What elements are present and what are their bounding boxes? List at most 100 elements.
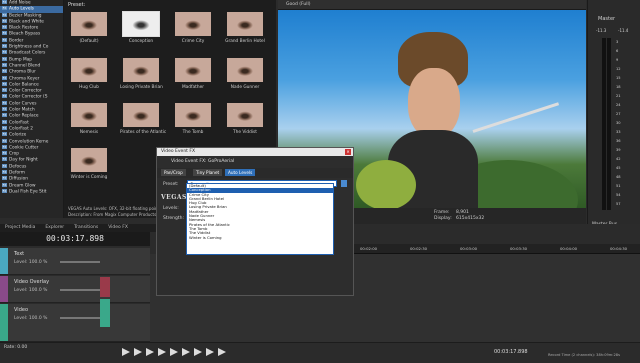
loop-icon[interactable] — [134, 348, 142, 356]
pause-icon[interactable] — [170, 348, 178, 356]
fx-item-label: Chroma Blur — [9, 69, 36, 75]
preset-thumbnail[interactable]: Nemesis — [68, 103, 110, 139]
level-slider[interactable] — [60, 261, 100, 263]
preset-thumbnail[interactable]: Pirates of the Atlantic — [120, 103, 166, 139]
meter-scale-label: 48 — [616, 175, 621, 179]
window-tabs: Project Media Explorer Transitions Video FX — [0, 224, 156, 232]
fx-badge-icon: FX — [2, 31, 7, 36]
preset-label: The Viddist — [233, 130, 257, 135]
meter-scale-label: 36 — [616, 139, 621, 143]
fx-item-label: Bleach Bypass — [9, 31, 41, 37]
fx-chain-pan-crop[interactable]: Pan/Crop — [161, 169, 186, 176]
preset-thumbnail[interactable]: Madfather — [172, 58, 214, 94]
track-name: Text — [14, 251, 25, 257]
fx-item-label: Black and White — [9, 19, 44, 25]
video-fx-list: FX Add Noise FX Auto Levels FX Bezier Masking… — [0, 0, 64, 218]
prev-frame-icon[interactable] — [194, 348, 202, 356]
fx-badge-icon: FX — [2, 151, 7, 156]
preset-eye-image — [123, 103, 159, 127]
go-end-icon[interactable] — [218, 348, 226, 356]
preset-dropdown-list[interactable]: (Default) Conception Crime City Grand Berli… — [186, 183, 334, 255]
preset-thumbnail[interactable]: Hug Club — [68, 58, 110, 94]
fx-item-label: ColorFast 2 — [9, 126, 33, 132]
preset-eye-image — [71, 12, 107, 36]
fx-badge-icon: FX — [2, 75, 7, 80]
fx-item-label: Color Corrector — [9, 88, 42, 94]
fx-badge-icon: FX — [2, 157, 7, 162]
track-level[interactable]: Level: 100.0 % — [14, 288, 47, 293]
fx-item-label: Convolution Kerne — [9, 139, 49, 145]
preset-label: Madfather — [181, 85, 205, 90]
fx-badge-icon: FX — [2, 100, 7, 105]
fx-chain-auto-levels[interactable]: Auto Levels — [225, 169, 256, 176]
tab-project-media[interactable]: Project Media — [0, 224, 40, 232]
preset-thumbnail[interactable]: Winter is Coming — [68, 148, 110, 184]
preset-label: (Default) — [79, 39, 99, 44]
close-icon[interactable]: ✕ — [345, 149, 351, 155]
save-preset-icon[interactable] — [341, 180, 347, 187]
track-color-stripe — [0, 304, 8, 341]
meter-scale-label: 3 — [616, 40, 619, 44]
preset-thumbnail[interactable]: Grand Berlin Hotel — [224, 12, 266, 48]
track-header[interactable]: Text Level: 100.0 % — [0, 248, 150, 275]
stop-icon[interactable] — [182, 348, 190, 356]
preview-toolbar[interactable]: Good (Full) — [278, 0, 586, 10]
track-header[interactable]: Video Overlay Level: 100.0 % — [0, 276, 150, 303]
fx-badge-icon: FX — [2, 50, 7, 55]
level-slider[interactable] — [60, 317, 100, 319]
video-event[interactable] — [100, 299, 110, 327]
fx-badge-icon: FX — [2, 182, 7, 187]
track-color-stripe — [0, 248, 8, 274]
record-time: Record Time (2 channels): 38h:09m:28s — [548, 353, 620, 357]
meter-scale-label: 15 — [616, 76, 621, 80]
preset-thumbnail[interactable]: Losing Private Brian — [120, 58, 163, 94]
preset-thumbnail[interactable]: The Viddist — [224, 103, 266, 139]
play-from-start-icon[interactable] — [146, 348, 154, 356]
tab-explorer[interactable]: Explorer — [40, 224, 69, 232]
master-panel: Master -11.3 -11.4 3 6 9 12 15 18 21 24 27 30 33 36… — [587, 0, 640, 232]
preset-eye-image — [227, 103, 263, 127]
tab-video-fx[interactable]: Video FX — [103, 224, 133, 232]
meter-scale-label: 6 — [616, 49, 619, 53]
fx-badge-icon: FX — [2, 132, 7, 137]
preset-eye-image — [122, 11, 160, 37]
preset-thumbnail[interactable]: Nade Gunner — [224, 58, 266, 94]
preview-quality[interactable]: Good (Full) — [286, 2, 311, 7]
dropdown-option[interactable]: Winter is Coming — [187, 235, 333, 240]
fx-badge-icon: FX — [2, 88, 7, 93]
fx-badge-icon: FX — [2, 18, 7, 23]
fx-item-label: Day for Night — [9, 157, 38, 163]
ruler-tick-label: 00:03:30 — [510, 246, 528, 251]
fx-badge-icon: FX — [2, 12, 7, 17]
level-slider[interactable] — [60, 289, 100, 291]
record-icon[interactable] — [122, 348, 130, 356]
fx-item-label: Bump Map — [9, 57, 33, 63]
fx-item-label: Broadcast Colors — [9, 50, 46, 56]
preset-thumbnail[interactable]: The Tomb — [172, 103, 214, 139]
fx-item-label: ColorFast — [9, 120, 29, 126]
meter-scale-label: 54 — [616, 193, 621, 197]
meter-scale-label: 33 — [616, 130, 621, 134]
track-header[interactable]: Video Level: 100.0 % — [0, 304, 150, 342]
track-level[interactable]: Level: 100.0 % — [14, 260, 47, 265]
preset-thumbnail[interactable]: Conception — [120, 11, 162, 48]
meter-scale-label: 51 — [616, 184, 621, 188]
fx-chain-tiny-planet[interactable]: Tiny Planet — [193, 169, 223, 176]
preset-thumbnail[interactable]: Crime City — [172, 12, 214, 48]
meter-scale-label: 24 — [616, 103, 621, 107]
next-frame-icon[interactable] — [206, 348, 214, 356]
fx-badge-icon: FX — [2, 0, 7, 4]
video-overlay-event[interactable] — [100, 277, 110, 297]
fx-badge-icon: FX — [2, 170, 7, 175]
fx-item-label: Add Noise — [9, 0, 31, 6]
play-icon[interactable] — [158, 348, 166, 356]
track-level[interactable]: Level: 100.0 % — [14, 316, 47, 321]
tab-transitions[interactable]: Transitions — [69, 224, 103, 232]
meter-scale-label: 21 — [616, 94, 621, 98]
preset-label: Crime City — [181, 39, 205, 44]
preset-thumbnail[interactable]: (Default) — [68, 12, 110, 48]
preset-eye-image — [175, 12, 211, 36]
transport-bar: Rate: 0.00 00:03:17.898 Record Time (2 c… — [0, 342, 640, 360]
track-name: Video — [14, 307, 29, 313]
fx-list-item[interactable]: FX Dual Fish Eye Stit — [0, 188, 63, 195]
